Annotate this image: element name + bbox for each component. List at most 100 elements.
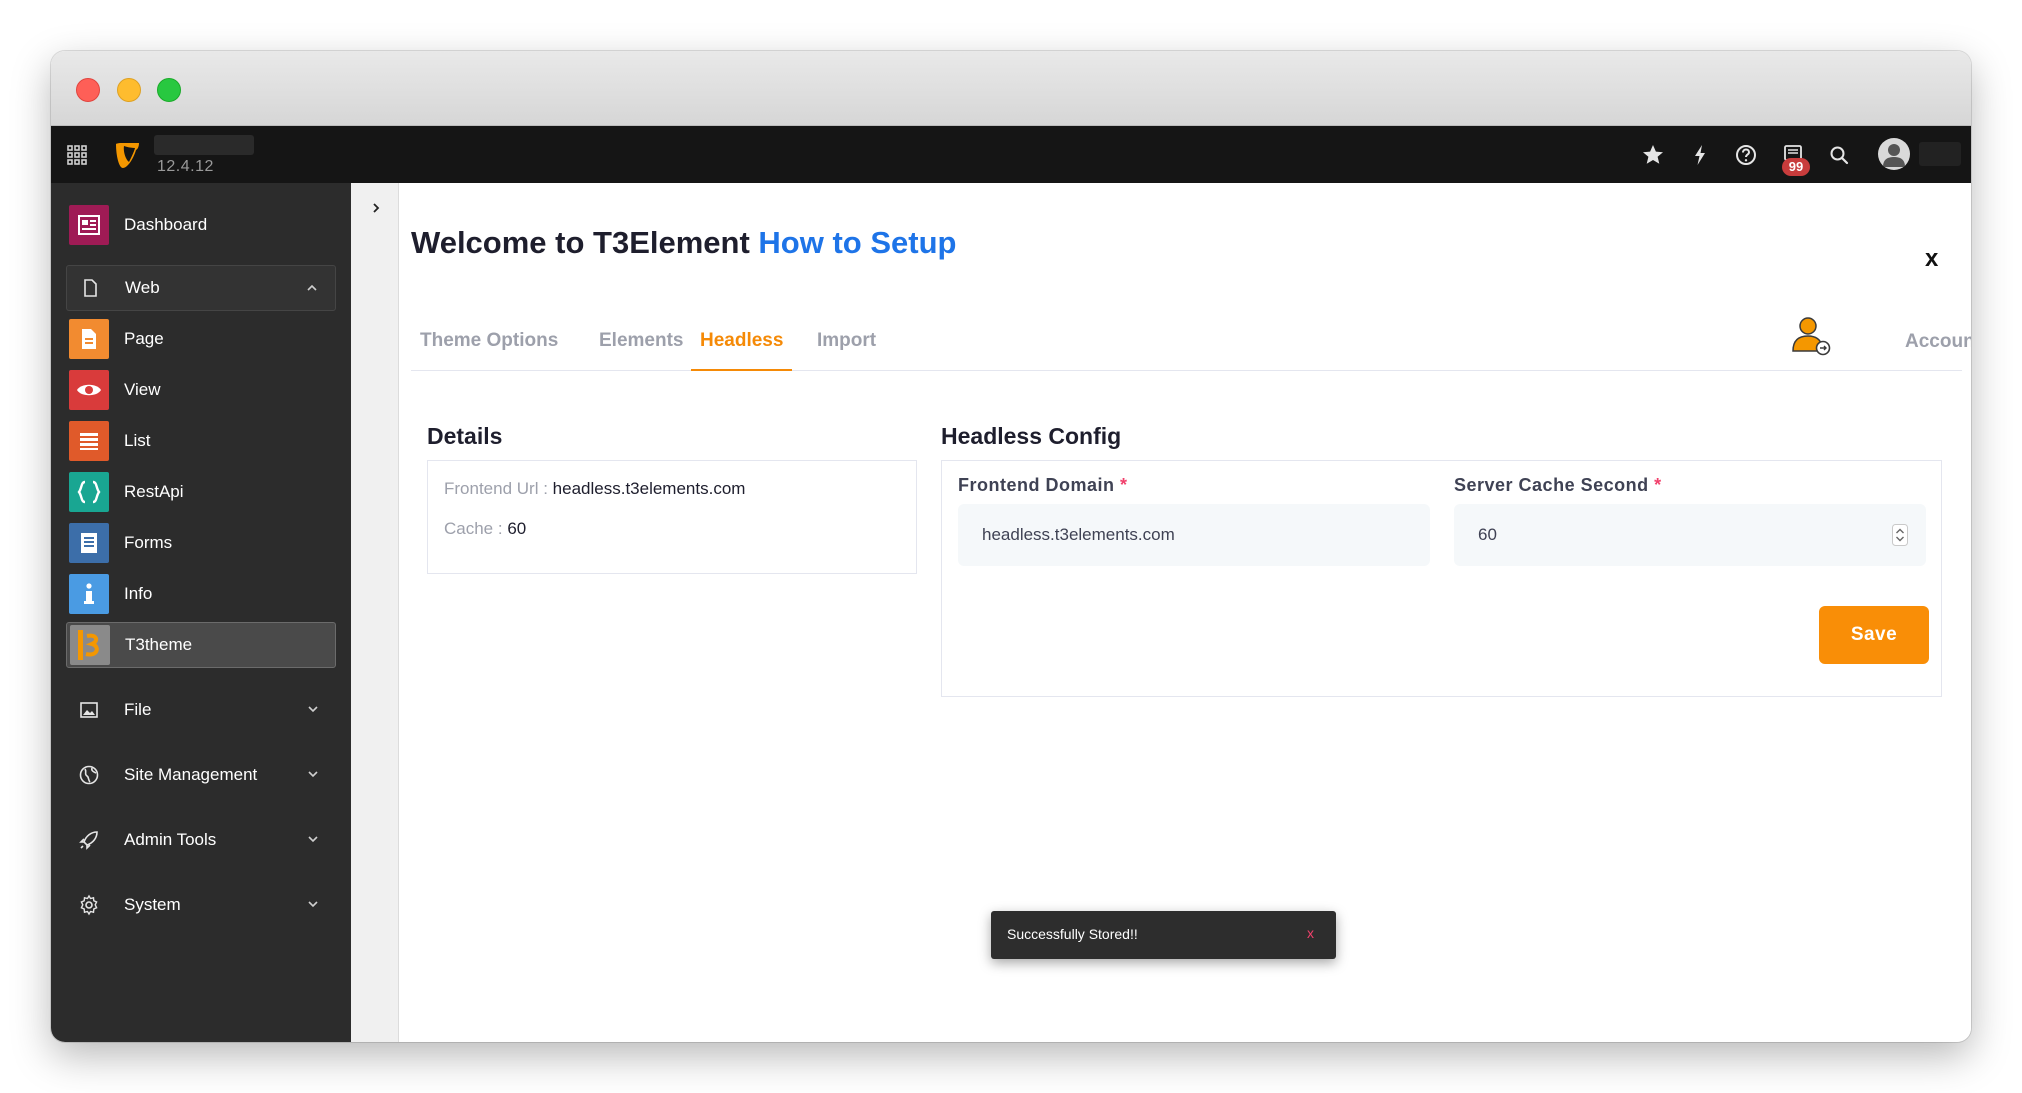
frontend-domain-label-text: Frontend Domain	[958, 475, 1115, 495]
user-avatar[interactable]	[1878, 138, 1910, 170]
collapse-gutter	[351, 183, 399, 1042]
tab-theme-options[interactable]: Theme Options	[411, 323, 567, 371]
typo3-version: 12.4.12	[157, 158, 214, 175]
sidebar-item-t3theme[interactable]: T3theme	[66, 622, 336, 668]
toast-message: Successfully Stored!!	[1007, 926, 1138, 942]
page-outline-icon	[70, 268, 110, 308]
sidebar-item-label: Info	[124, 584, 153, 603]
sidebar-item-info[interactable]: Info	[66, 571, 336, 617]
sidebar-group-label: Site Management	[124, 765, 258, 784]
tab-bar: Theme Options Elements Headless Import	[411, 323, 1962, 371]
sidebar-item-dashboard[interactable]: Dashboard	[66, 202, 336, 248]
required-marker: *	[1654, 475, 1662, 495]
sidebar-item-label: Dashboard	[124, 215, 208, 234]
cache-row: Cache : 60	[444, 519, 526, 539]
sidebar-item-page[interactable]: Page	[66, 316, 336, 362]
sidebar-group-web[interactable]: Web	[66, 265, 336, 311]
server-cache-input[interactable]: 60	[1454, 504, 1926, 566]
gear-icon	[69, 885, 109, 925]
braces-icon	[69, 472, 109, 512]
sidebar-item-label: T3theme	[125, 635, 193, 654]
required-marker: *	[1120, 475, 1128, 495]
site-name-redacted	[154, 135, 254, 155]
save-button[interactable]: Save	[1819, 606, 1929, 664]
sidebar-item-label: Forms	[124, 533, 173, 552]
close-panel-button[interactable]: x	[1925, 245, 1938, 273]
sidebar-group-label: Web	[125, 278, 160, 297]
sidebar-item-list[interactable]: List	[66, 418, 336, 464]
sidebar-item-label: List	[124, 431, 151, 450]
page-title: Welcome to T3Element How to Setup	[411, 225, 956, 261]
frontend-url-row: Frontend Url : headless.t3elements.com	[444, 479, 745, 499]
sidebar-item-label: View	[124, 380, 161, 399]
sidebar-item-label: RestApi	[124, 482, 184, 501]
sidebar-group-label: File	[124, 700, 152, 719]
cache-label: Cache :	[444, 519, 503, 538]
minimize-window-button[interactable]	[117, 78, 141, 102]
eye-icon	[69, 370, 109, 410]
success-toast: Successfully Stored!! x	[991, 911, 1336, 959]
page-icon	[69, 319, 109, 359]
toast-close-button[interactable]: x	[1307, 925, 1314, 941]
details-title: Details	[427, 423, 503, 449]
headless-config-title: Headless Config	[941, 423, 1122, 449]
close-window-button[interactable]	[76, 78, 100, 102]
tab-import[interactable]: Import	[808, 323, 885, 371]
globe-icon	[69, 755, 109, 795]
search-icon[interactable]	[1825, 141, 1853, 169]
t3theme-icon	[70, 625, 110, 665]
module-sidebar: Dashboard Web Page View List RestApi For…	[51, 183, 351, 1042]
top-toolbar: 12.4.12 99	[51, 126, 1971, 183]
server-cache-label: Server Cache Second *	[1454, 475, 1662, 496]
sidebar-group-site-management[interactable]: Site Management	[66, 752, 336, 798]
server-cache-label-text: Server Cache Second	[1454, 475, 1649, 495]
notification-count-badge: 99	[1782, 158, 1810, 176]
sidebar-group-system[interactable]: System	[66, 882, 336, 928]
username-redacted	[1919, 142, 1961, 166]
headless-config-card: Frontend Domain * headless.t3elements.co…	[941, 460, 1942, 697]
help-icon[interactable]	[1732, 141, 1760, 169]
sidebar-item-restapi[interactable]: RestApi	[66, 469, 336, 515]
chevron-down-icon	[308, 901, 318, 908]
frontend-url-label: Frontend Url :	[444, 479, 548, 498]
rocket-icon	[69, 820, 109, 860]
chevron-down-icon	[308, 771, 318, 778]
browser-window: 12.4.12 99 Dashboard Web Page View List …	[51, 51, 1971, 1042]
tab-elements[interactable]: Elements	[590, 323, 692, 371]
chevron-down-icon	[308, 836, 318, 843]
sidebar-item-label: Page	[124, 329, 164, 348]
star-icon[interactable]	[1639, 141, 1667, 169]
chevron-right-icon[interactable]	[369, 201, 383, 215]
window-titlebar	[51, 51, 1971, 126]
chevron-down-icon	[308, 706, 318, 713]
frontend-domain-input[interactable]: headless.t3elements.com	[958, 504, 1430, 566]
frontend-domain-label: Frontend Domain *	[958, 475, 1128, 496]
sidebar-item-forms[interactable]: Forms	[66, 520, 336, 566]
sidebar-group-file[interactable]: File	[66, 687, 336, 733]
details-card: Frontend Url : headless.t3elements.com C…	[427, 460, 917, 574]
sidebar-item-view[interactable]: View	[66, 367, 336, 413]
server-cache-value: 60	[1478, 525, 1497, 544]
cache-value: 60	[507, 519, 527, 538]
how-to-setup-link[interactable]: How to Setup	[758, 225, 956, 260]
maximize-window-button[interactable]	[157, 78, 181, 102]
sidebar-group-label: Admin Tools	[124, 830, 217, 849]
dashboard-icon	[69, 205, 109, 245]
number-stepper-icon[interactable]	[1892, 524, 1908, 546]
account-icon[interactable]	[1790, 315, 1832, 357]
apps-grid-icon[interactable]	[66, 144, 88, 166]
tab-headless[interactable]: Headless	[691, 323, 793, 371]
image-icon	[69, 690, 109, 730]
bolt-icon[interactable]	[1686, 141, 1714, 169]
form-icon	[69, 523, 109, 563]
sidebar-group-label: System	[124, 895, 181, 914]
user-icon	[1883, 144, 1905, 167]
frontend-url-value: headless.t3elements.com	[552, 479, 746, 498]
sidebar-group-admin-tools[interactable]: Admin Tools	[66, 817, 336, 863]
info-icon	[69, 574, 109, 614]
typo3-logo-icon[interactable]	[113, 140, 143, 170]
chevron-up-icon	[307, 284, 317, 291]
account-label[interactable]: Account	[1905, 331, 1971, 353]
page-title-text: Welcome to T3Element	[411, 225, 750, 260]
list-icon	[69, 421, 109, 461]
